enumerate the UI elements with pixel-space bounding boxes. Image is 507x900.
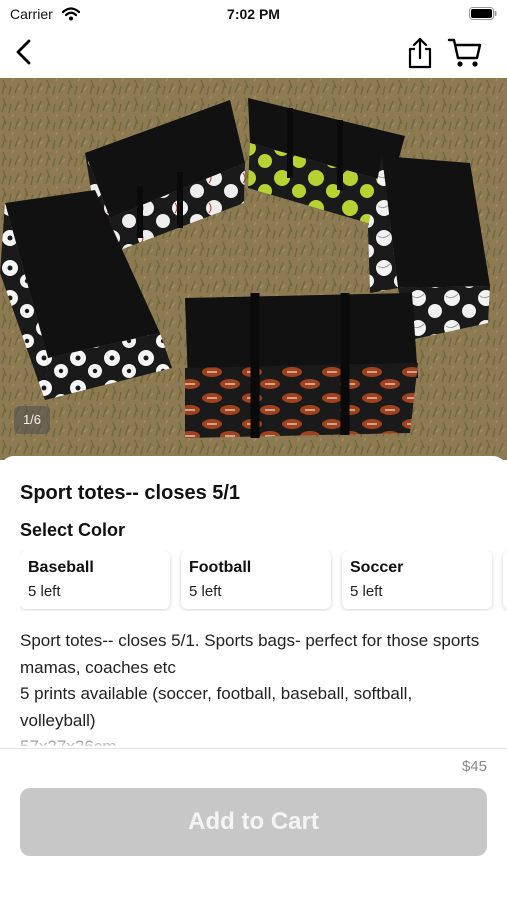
nav-bar: [0, 28, 507, 78]
product-title: Sport totes-- closes 5/1: [20, 482, 241, 504]
color-option-name: Soccer: [350, 559, 404, 576]
product-photo[interactable]: [0, 78, 507, 460]
footer-divider: [0, 748, 507, 749]
clock: 7:02 PM: [227, 6, 280, 22]
color-option-baseball[interactable]: Baseball 5 left: [20, 551, 170, 609]
color-option-name: Baseball: [28, 559, 94, 576]
photo-counter: 1/6: [14, 406, 50, 434]
description-fade: [0, 730, 507, 750]
color-option-name: Football: [189, 559, 252, 576]
battery-icon: [469, 7, 497, 20]
cart-icon[interactable]: [447, 36, 483, 70]
color-option-next[interactable]: [503, 551, 507, 609]
share-icon[interactable]: [405, 36, 435, 70]
color-option-stock: 5 left: [189, 583, 222, 600]
color-option-stock: 5 left: [350, 583, 383, 600]
product-description: Sport totes-- closes 5/1. Sports bags- p…: [20, 631, 480, 746]
color-options: Baseball 5 left Football 5 left Soccer 5…: [20, 551, 507, 611]
color-option-stock: 5 left: [28, 583, 61, 600]
status-bar: Carrier 7:02 PM: [0, 0, 507, 28]
product-price: $45: [461, 758, 487, 775]
color-option-soccer[interactable]: Soccer 5 left: [342, 551, 492, 609]
chevron-left-icon[interactable]: [12, 38, 36, 66]
color-option-football[interactable]: Football 5 left: [181, 551, 331, 609]
product-photo-illustration: [0, 78, 507, 460]
select-color-label: Select Color: [20, 520, 126, 540]
add-to-cart-button[interactable]: Add to Cart: [20, 788, 487, 856]
